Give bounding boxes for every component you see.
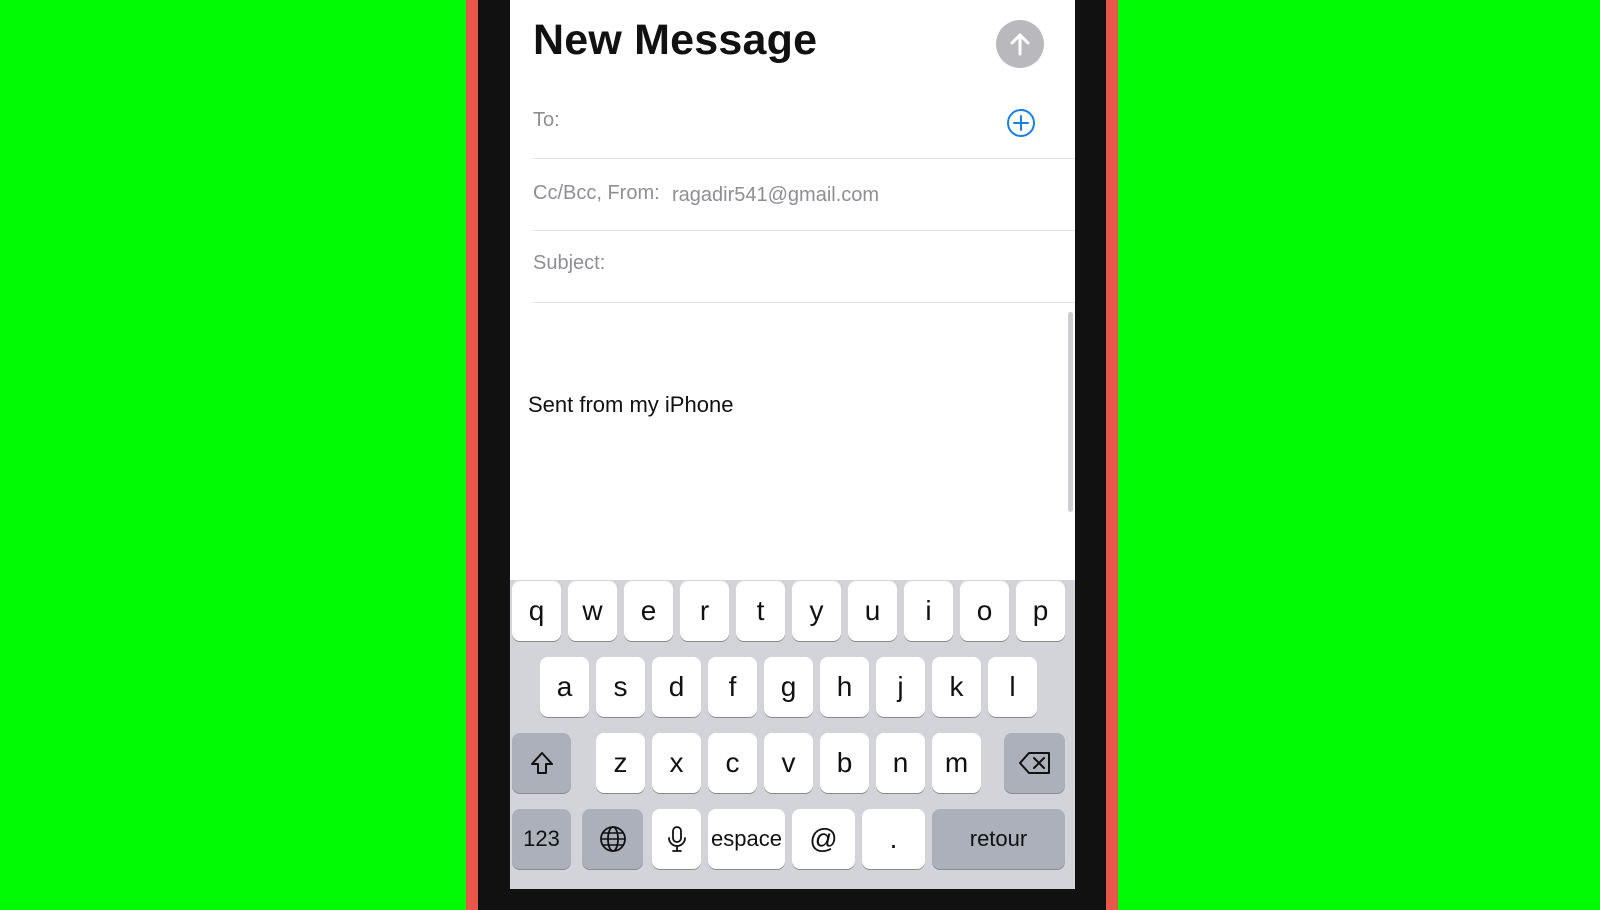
key-c[interactable]: c	[708, 733, 757, 793]
send-button[interactable]	[996, 20, 1044, 68]
numbers-key[interactable]: 123	[512, 809, 571, 869]
key-i[interactable]: i	[904, 581, 953, 641]
key-p[interactable]: p	[1016, 581, 1065, 641]
key-o[interactable]: o	[960, 581, 1009, 641]
to-label: To:	[533, 109, 560, 131]
key-s[interactable]: s	[596, 657, 645, 717]
globe-icon	[599, 826, 626, 852]
key-t[interactable]: t	[736, 581, 785, 641]
message-body[interactable]: Sent from my iPhone	[528, 392, 733, 418]
to-field[interactable]: To:	[533, 86, 1075, 159]
arrow-up-icon	[1010, 33, 1030, 56]
microphone-icon	[667, 826, 686, 852]
subject-field[interactable]: Subject:	[533, 230, 1075, 303]
key-a[interactable]: a	[540, 657, 589, 717]
subject-label: Subject:	[533, 252, 606, 274]
backspace-key[interactable]	[1004, 733, 1065, 793]
key-k[interactable]: k	[932, 657, 981, 717]
dictation-key[interactable]	[652, 809, 701, 869]
shift-icon	[530, 752, 553, 774]
key-x[interactable]: x	[652, 733, 701, 793]
key-q[interactable]: q	[512, 581, 561, 641]
scroll-indicator	[1068, 312, 1073, 512]
keyboard: q w e r t y u i o p a s d f g h j k l z …	[510, 580, 1075, 889]
ccbcc-from-field[interactable]: Cc/Bcc, From: ragadir541@gmail.com	[533, 158, 1075, 231]
from-address[interactable]: ragadir541@gmail.com	[672, 184, 879, 207]
key-l[interactable]: l	[988, 657, 1037, 717]
key-v[interactable]: v	[764, 733, 813, 793]
key-e[interactable]: e	[624, 581, 673, 641]
key-b[interactable]: b	[820, 733, 869, 793]
globe-key[interactable]	[582, 809, 643, 869]
plus-circle-icon[interactable]	[1006, 108, 1036, 138]
shift-key[interactable]	[512, 733, 571, 793]
at-key[interactable]: @	[792, 809, 855, 869]
key-u[interactable]: u	[848, 581, 897, 641]
return-key[interactable]: retour	[932, 809, 1065, 869]
key-f[interactable]: f	[708, 657, 757, 717]
mail-compose-screen: New Message To: Cc/Bcc, From: ragadir541…	[510, 0, 1075, 889]
key-y[interactable]: y	[792, 581, 841, 641]
key-h[interactable]: h	[820, 657, 869, 717]
key-w[interactable]: w	[568, 581, 617, 641]
key-n[interactable]: n	[876, 733, 925, 793]
key-j[interactable]: j	[876, 657, 925, 717]
key-g[interactable]: g	[764, 657, 813, 717]
key-z[interactable]: z	[596, 733, 645, 793]
key-m[interactable]: m	[932, 733, 981, 793]
space-key[interactable]: espace	[708, 809, 785, 869]
key-d[interactable]: d	[652, 657, 701, 717]
ccbcc-from-label: Cc/Bcc, From:	[533, 182, 660, 204]
page-title: New Message	[533, 16, 818, 64]
key-r[interactable]: r	[680, 581, 729, 641]
backspace-icon	[1018, 752, 1050, 774]
period-key[interactable]: .	[862, 809, 925, 869]
